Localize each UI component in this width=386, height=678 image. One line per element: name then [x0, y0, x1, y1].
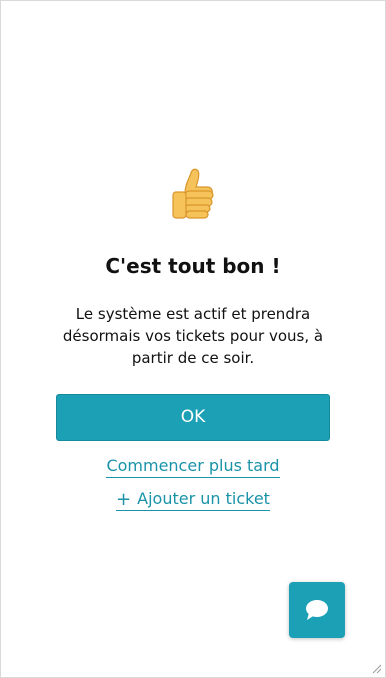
- later-link-row: Commencer plus tard: [1, 456, 385, 478]
- add-ticket-label: Ajouter un ticket: [137, 489, 270, 508]
- add-ticket-link[interactable]: + Ajouter un ticket: [116, 489, 270, 511]
- dialog-message: Le système est actif et prendra désormai…: [62, 305, 324, 367]
- plus-icon: +: [116, 489, 132, 510]
- resize-handle-icon[interactable]: [371, 663, 381, 673]
- chat-bubble-icon: [306, 600, 328, 620]
- chat-button[interactable]: [289, 582, 345, 638]
- start-later-link[interactable]: Commencer plus tard: [106, 456, 280, 478]
- dialog-title: C'est tout bon !: [105, 254, 281, 278]
- add-ticket-row: + Ajouter un ticket: [1, 489, 385, 511]
- app-frame: C'est tout bon ! Le système est actif et…: [0, 0, 386, 678]
- ok-button[interactable]: OK: [56, 394, 330, 441]
- thumbs-up-icon: [1, 163, 385, 237]
